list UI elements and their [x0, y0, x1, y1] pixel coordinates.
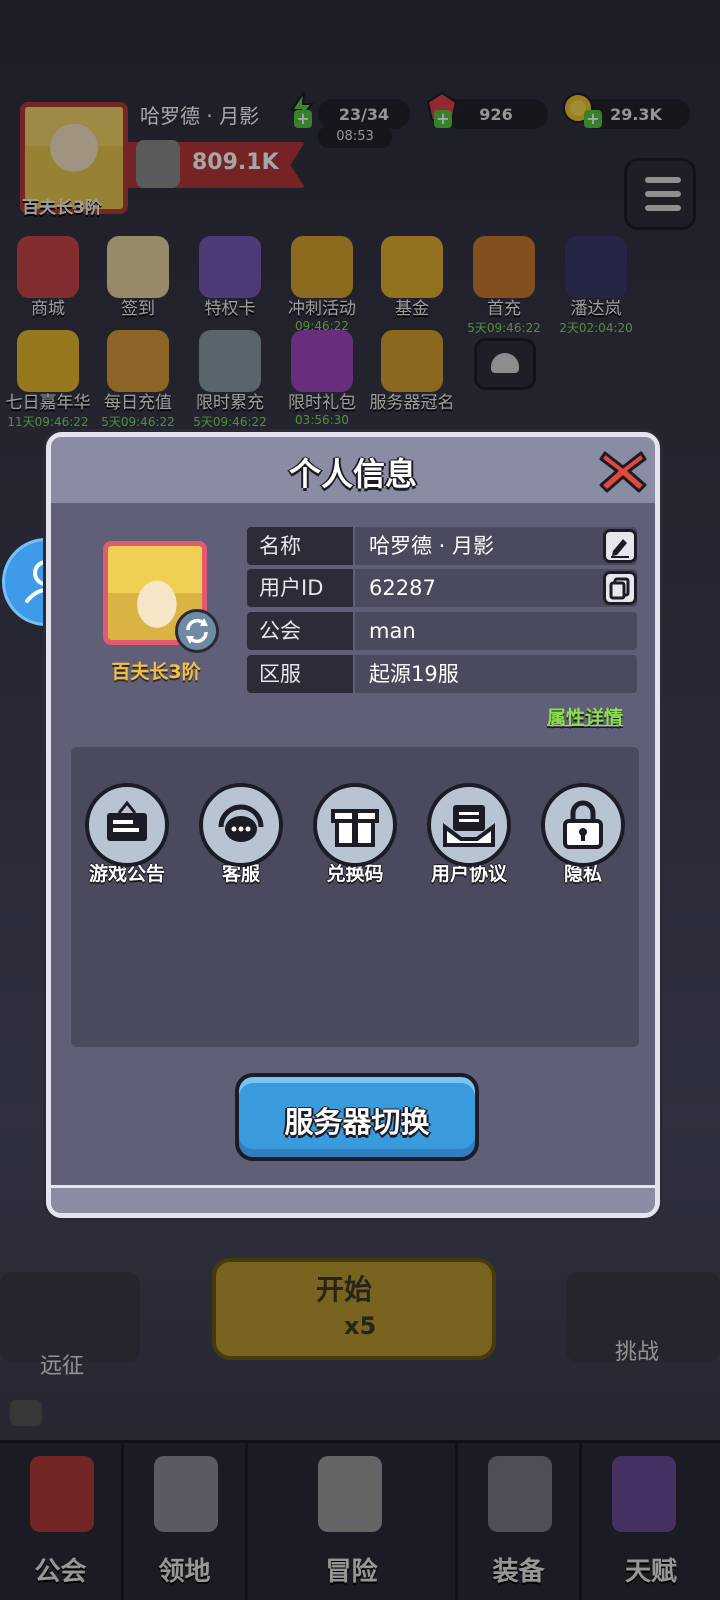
notice-board-icon — [85, 783, 169, 867]
close-icon[interactable] — [597, 447, 649, 495]
copy-icon — [609, 577, 630, 600]
edit-name-button[interactable] — [603, 529, 637, 563]
attribute-details-link[interactable]: 属性详情 — [547, 703, 623, 730]
profile-rank: 百夫长3阶 — [111, 661, 201, 683]
info-row-user-id: 用户ID 62287 — [247, 569, 639, 607]
info-row-guild: 公会 man — [247, 612, 639, 650]
pencil-icon — [611, 539, 629, 558]
info-row-name: 名称 哈罗德 · 月影 — [247, 527, 639, 565]
user-agreement-button[interactable]: 用户协议 — [419, 783, 519, 886]
gift-icon — [313, 783, 397, 867]
modal-title: 个人信息 — [288, 455, 417, 493]
game-notice-button[interactable]: 游戏公告 — [77, 783, 177, 886]
agreement-icon — [427, 783, 511, 867]
lock-icon — [541, 783, 625, 867]
refresh-avatar-icon[interactable] — [175, 609, 219, 653]
copy-id-button[interactable] — [603, 571, 637, 605]
info-row-server: 区服 起源19服 — [247, 655, 639, 693]
customer-service-button[interactable]: 客服 — [191, 783, 291, 886]
headset-icon — [199, 783, 283, 867]
profile-modal: 个人信息 百夫长3阶 名称 哈罗德 · 月影 用户ID 62287 公会 man… — [46, 432, 660, 1218]
switch-server-button[interactable]: 服务器切换 — [235, 1073, 479, 1161]
redeem-code-button[interactable]: 兑换码 — [305, 783, 405, 886]
privacy-button[interactable]: 隐私 — [533, 783, 633, 886]
function-panel: 游戏公告 客服 兑换码 用户协议 隐私 — [71, 747, 639, 1047]
modal-footer — [51, 1185, 655, 1213]
